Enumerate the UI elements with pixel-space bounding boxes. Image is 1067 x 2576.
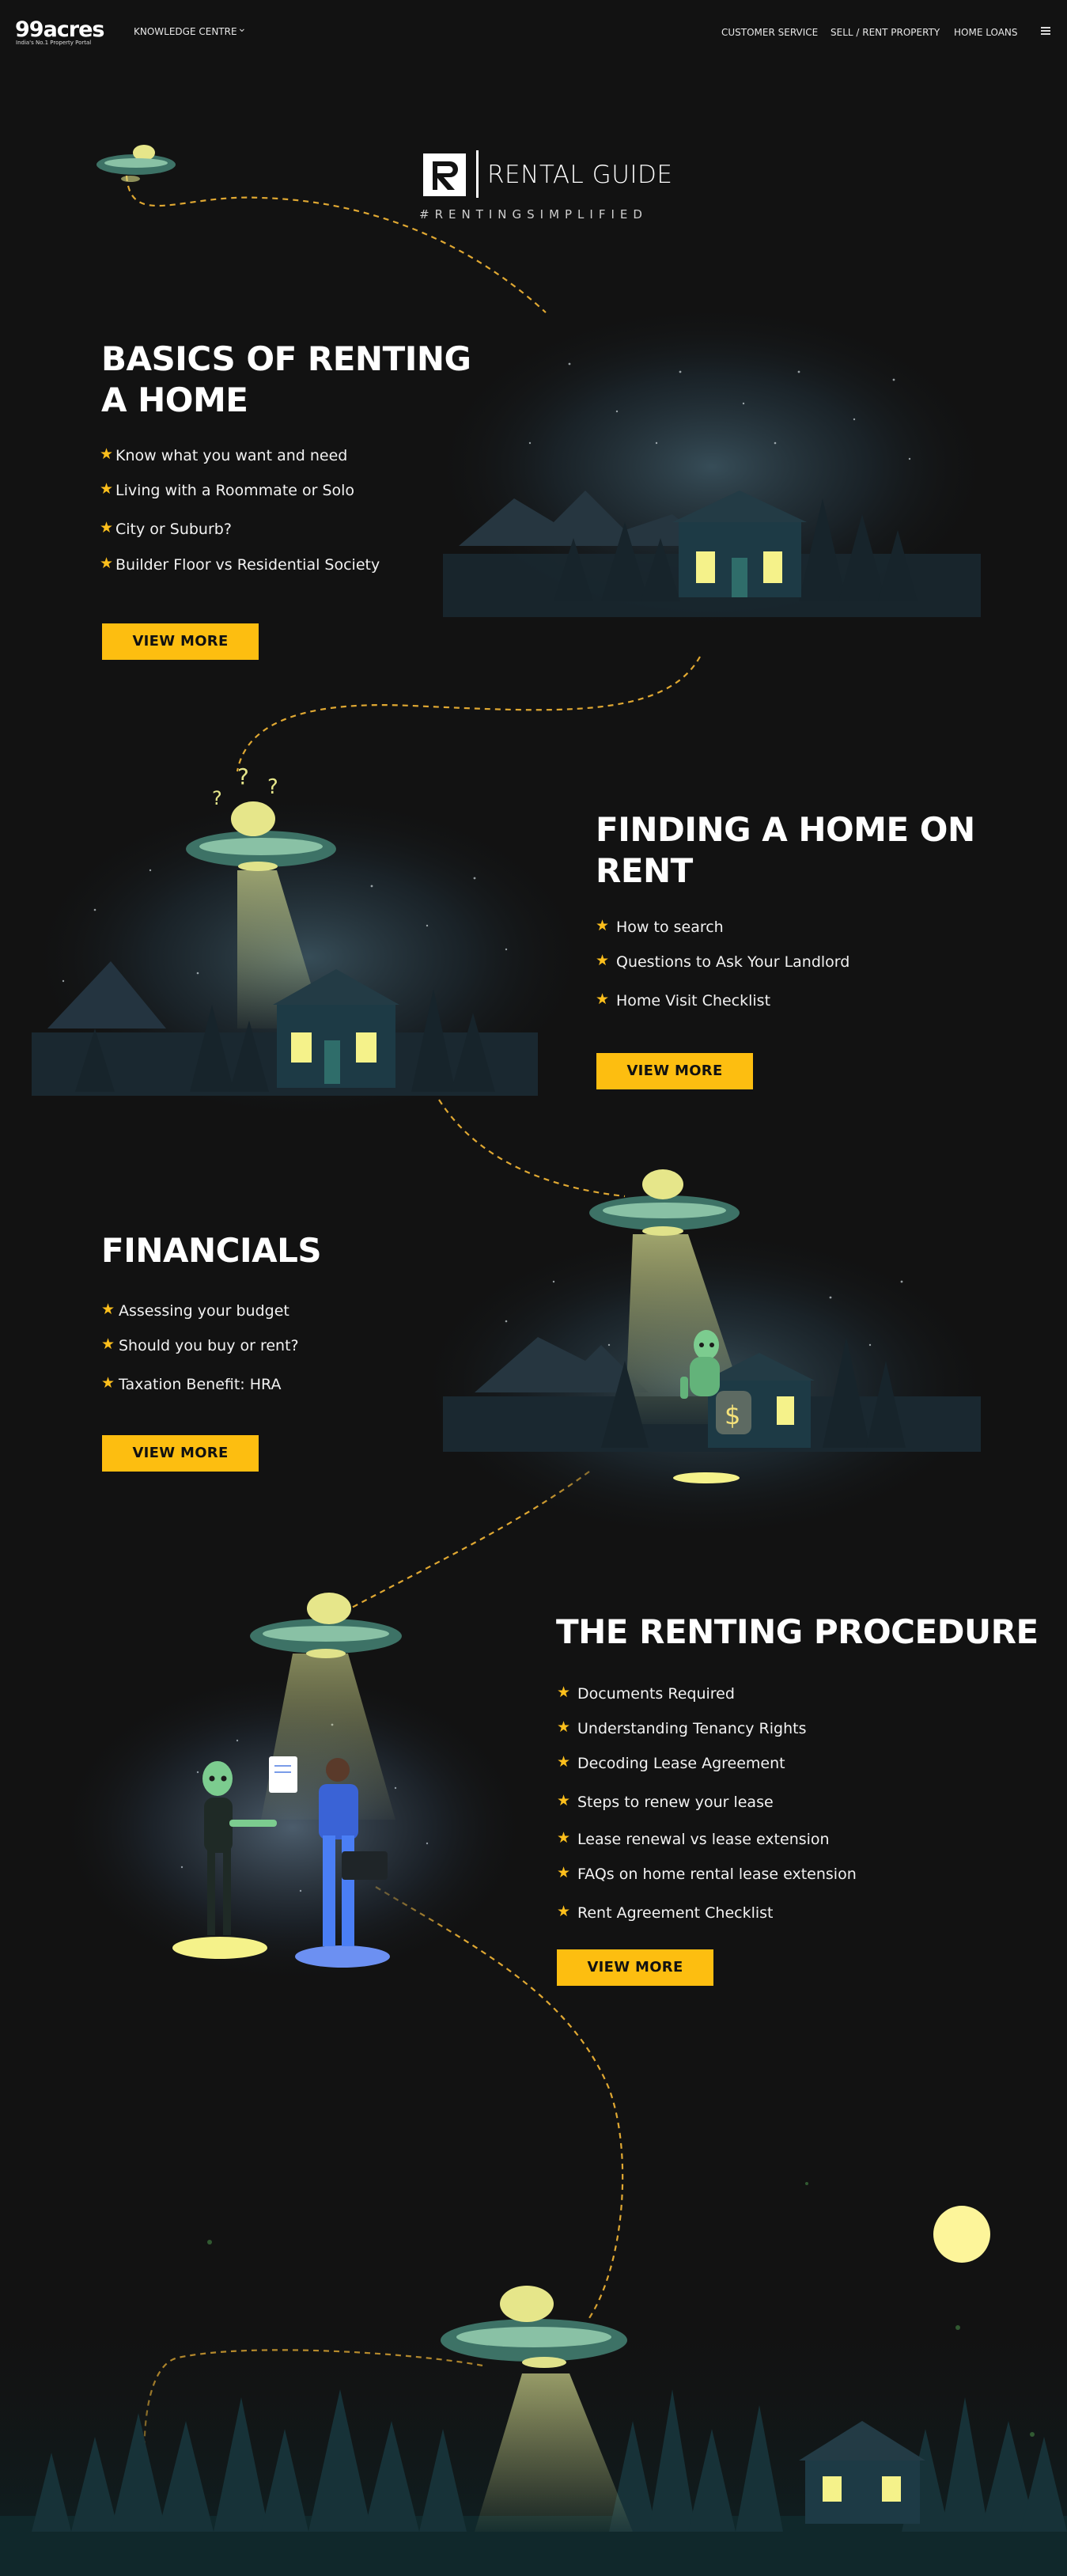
- brand-tagline: #RENTINGSIMPLIFIED: [419, 207, 648, 222]
- star-icon: ★: [596, 991, 610, 1008]
- star-icon: ★: [101, 1335, 115, 1353]
- money-bag-icon: $: [716, 1391, 751, 1434]
- ufo-icon: [96, 145, 176, 182]
- star-icon: ★: [100, 555, 114, 572]
- view-more-button[interactable]: VIEW MORE: [557, 1949, 713, 1986]
- view-more-button[interactable]: VIEW MORE: [596, 1053, 753, 1089]
- star-icon: ★: [557, 1903, 571, 1920]
- star-icon: ★: [557, 1792, 571, 1809]
- star-icon: ★: [557, 1684, 571, 1701]
- star-icon: ★: [100, 445, 114, 463]
- view-more-button[interactable]: VIEW MORE: [102, 1435, 259, 1472]
- star-icon: ★: [100, 480, 114, 498]
- brand-title: RENTAL GUIDE: [487, 161, 673, 189]
- ufo-icon: [589, 1169, 740, 1236]
- question-mark-icon: ?: [267, 775, 278, 799]
- moon-icon: [933, 2206, 990, 2263]
- scene-basics-illustration: [427, 301, 997, 633]
- section-title-procedure: THE RENTING PROCEDURE: [556, 1612, 1039, 1651]
- dashed-path-1: [125, 175, 547, 313]
- star-icon: ★: [557, 1753, 571, 1771]
- brand-divider: [476, 150, 479, 198]
- star-icon: ★: [557, 1829, 571, 1847]
- section-title-basics: BASICS OF RENTING A HOME: [101, 339, 471, 419]
- star-icon: ★: [596, 952, 610, 969]
- dashed-path-2: [236, 656, 701, 772]
- star-icon: ★: [557, 1864, 571, 1881]
- money-symbol: $: [725, 1400, 740, 1430]
- star-icon: ★: [101, 1374, 115, 1392]
- view-more-button[interactable]: VIEW MORE: [102, 623, 259, 660]
- ufo-icon: [250, 1593, 402, 1658]
- question-mark-icon: ?: [237, 763, 249, 790]
- star-icon: ★: [100, 519, 114, 536]
- document-icon: [269, 1756, 297, 1793]
- dashed-path-3: [438, 1099, 626, 1198]
- question-mark-icon: ?: [212, 787, 222, 809]
- scene-financials-illustration: $: [411, 1169, 997, 1543]
- star-icon: ★: [101, 1301, 115, 1318]
- star-icon: ★: [596, 917, 610, 934]
- scene-finding-illustration: [24, 791, 593, 1123]
- section-title-financials: FINANCIALS: [101, 1231, 322, 1270]
- scene-procedure-illustration: [55, 1593, 530, 1986]
- star-icon: ★: [557, 1718, 571, 1736]
- scene-forest-illustration: [0, 2182, 1067, 2576]
- rental-guide-logo-icon: [423, 153, 466, 196]
- section-title-finding: FINDING A HOME ON RENT: [596, 810, 975, 890]
